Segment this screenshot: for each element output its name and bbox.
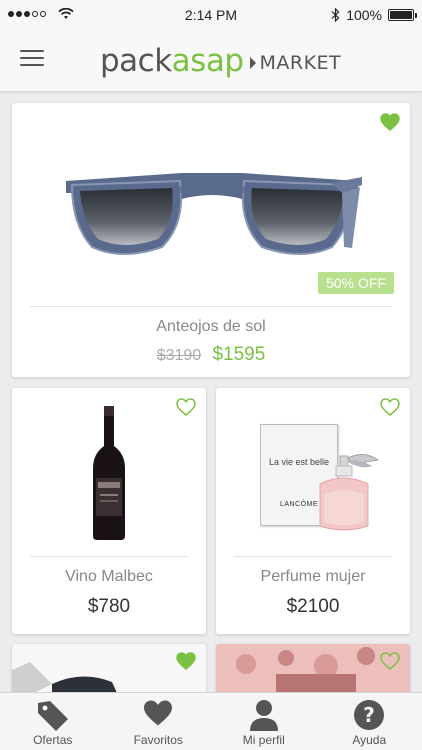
perfume-bottle-image <box>319 454 380 531</box>
app-logo: pack asap MARKET <box>100 43 341 79</box>
logo-arrow-icon <box>249 57 256 69</box>
tag-icon <box>37 701 68 731</box>
favorite-heart-icon[interactable] <box>380 652 400 670</box>
battery-percent: 100% <box>346 7 382 23</box>
tab-label: Ayuda <box>352 733 387 747</box>
tab-mi-perfil[interactable]: Mi perfil <box>211 693 317 750</box>
tab-label: Ofertas <box>33 733 73 747</box>
bottom-tab-bar: Ofertas Favoritos Mi perfil ? Ayuda <box>0 692 422 750</box>
card-divider <box>30 306 392 307</box>
tab-label: Mi perfil <box>242 733 285 747</box>
tab-favoritos[interactable]: Favoritos <box>106 693 212 750</box>
tab-label: Favoritos <box>133 733 183 747</box>
favorite-heart-icon[interactable] <box>176 398 196 416</box>
battery-icon <box>388 9 417 21</box>
old-price: $3190 <box>156 347 202 364</box>
product-card-sunglasses[interactable]: 50% OFF Anteojos de sol $3190 $1595 <box>12 103 410 377</box>
price-row: $3190 $1595 <box>12 344 410 366</box>
product-name: Anteojos de sol <box>156 318 266 335</box>
svg-text:?: ? <box>363 703 375 727</box>
product-name: Vino Malbec <box>65 568 153 585</box>
favorite-heart-icon[interactable] <box>176 652 196 670</box>
logo-text-asap: asap <box>171 43 244 79</box>
bluetooth-icon <box>331 8 340 22</box>
status-bar: 2:14 PM 100% <box>0 0 422 30</box>
price: $2100 <box>286 596 340 617</box>
price: $780 <box>87 596 131 617</box>
favorite-heart-icon[interactable] <box>380 113 400 131</box>
help-icon: ? <box>354 700 385 730</box>
logo-text-market: MARKET <box>259 52 342 74</box>
app-header: pack asap MARKET <box>0 30 422 92</box>
discount-badge: 50% OFF <box>318 272 394 294</box>
product-name: Perfume mujer <box>260 568 366 585</box>
sale-price: $1595 <box>212 344 266 365</box>
logo-text-pack: pack <box>100 43 172 79</box>
tab-ayuda[interactable]: ? Ayuda <box>317 693 422 750</box>
price-row: $780 <box>12 596 206 618</box>
price-row: $2100 <box>216 596 410 618</box>
favorite-heart-icon[interactable] <box>380 398 400 416</box>
product-card-perfume[interactable]: La vie est belle LANCÔME Perfume mujer $… <box>216 388 410 634</box>
sunglasses-image <box>66 173 362 255</box>
menu-button[interactable] <box>20 50 44 70</box>
heart-icon <box>144 700 173 726</box>
product-card-wine[interactable]: Vino Malbec $780 <box>12 388 206 634</box>
tab-ofertas[interactable]: Ofertas <box>0 693 106 750</box>
card-divider <box>30 556 188 557</box>
card-divider <box>234 556 392 557</box>
wine-bottle-image <box>93 406 125 540</box>
user-icon <box>249 700 278 731</box>
